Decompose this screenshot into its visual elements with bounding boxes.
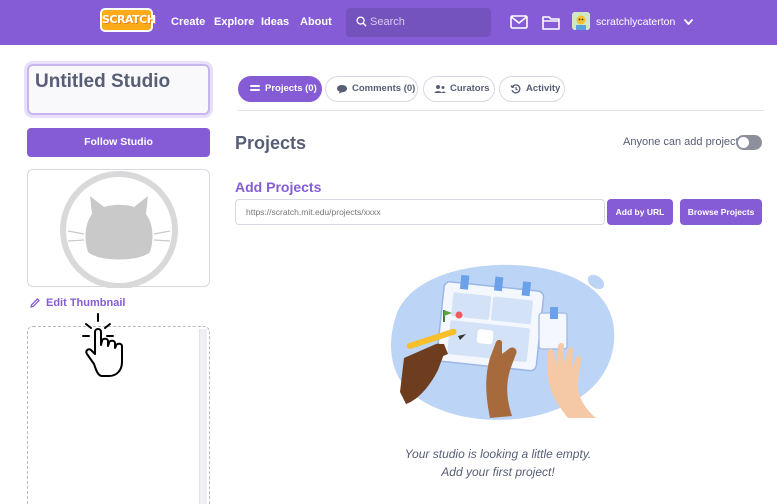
search-box[interactable]: Search [346, 8, 491, 37]
nav-create[interactable]: Create [171, 0, 205, 45]
username[interactable]: scratchlycaterton [596, 0, 675, 45]
anyone-can-add-label: Anyone can add projects [623, 136, 745, 148]
search-placeholder: Search [370, 16, 405, 28]
studio-title: Untitled Studio [35, 71, 171, 92]
studio-title-field[interactable]: Untitled Studio [27, 64, 210, 115]
top-nav: SCRATCH Create Explore Ideas About Searc… [0, 0, 777, 45]
add-by-url-button[interactable]: Add by URL [607, 199, 673, 225]
tab-activity[interactable]: Activity [499, 76, 565, 102]
browse-projects-button[interactable]: Browse Projects [680, 199, 762, 225]
search-icon [356, 16, 367, 27]
follow-studio-button[interactable]: Follow Studio [27, 128, 210, 157]
avatar[interactable] [572, 12, 590, 30]
curators-icon [434, 85, 446, 93]
my-stuff-folder-icon[interactable] [541, 13, 561, 31]
pencil-icon [30, 298, 40, 308]
add-projects-heading: Add Projects [235, 179, 322, 195]
nav-about[interactable]: About [300, 0, 332, 45]
nav-ideas[interactable]: Ideas [261, 0, 289, 45]
tab-projects-label: Projects (0) [265, 83, 317, 94]
project-url-input[interactable] [235, 199, 605, 225]
projects-heading: Projects [235, 133, 307, 153]
empty-studio-illustration [391, 264, 615, 420]
messages-icon[interactable] [509, 13, 529, 31]
studio-thumbnail [27, 169, 210, 289]
cat-placeholder-icon [60, 171, 178, 289]
description-scrollbar[interactable] [199, 329, 207, 504]
tab-curators-label: Curators [450, 83, 490, 94]
comment-bubble-icon [337, 85, 347, 94]
tab-divider [238, 110, 764, 111]
empty-message-line2: Add your first project! [441, 465, 555, 479]
scratch-logo[interactable]: SCRATCH [100, 8, 156, 32]
toggle-knob [738, 137, 749, 148]
pointer-hand-cursor-icon [82, 313, 123, 377]
empty-message-line1: Your studio is looking a little empty. [404, 447, 592, 461]
tab-projects[interactable]: Projects (0) [238, 76, 322, 102]
projects-icon [250, 85, 260, 91]
tab-curators[interactable]: Curators [423, 76, 495, 102]
anyone-can-add-toggle[interactable] [736, 135, 762, 150]
tab-comments-label: Comments (0) [352, 83, 416, 94]
tab-comments[interactable]: Comments (0) [325, 76, 418, 102]
chevron-down-icon[interactable] [683, 17, 694, 27]
tab-activity-label: Activity [526, 83, 561, 94]
edit-thumbnail-label: Edit Thumbnail [46, 297, 126, 309]
nav-explore[interactable]: Explore [214, 0, 254, 45]
activity-icon [510, 84, 521, 94]
